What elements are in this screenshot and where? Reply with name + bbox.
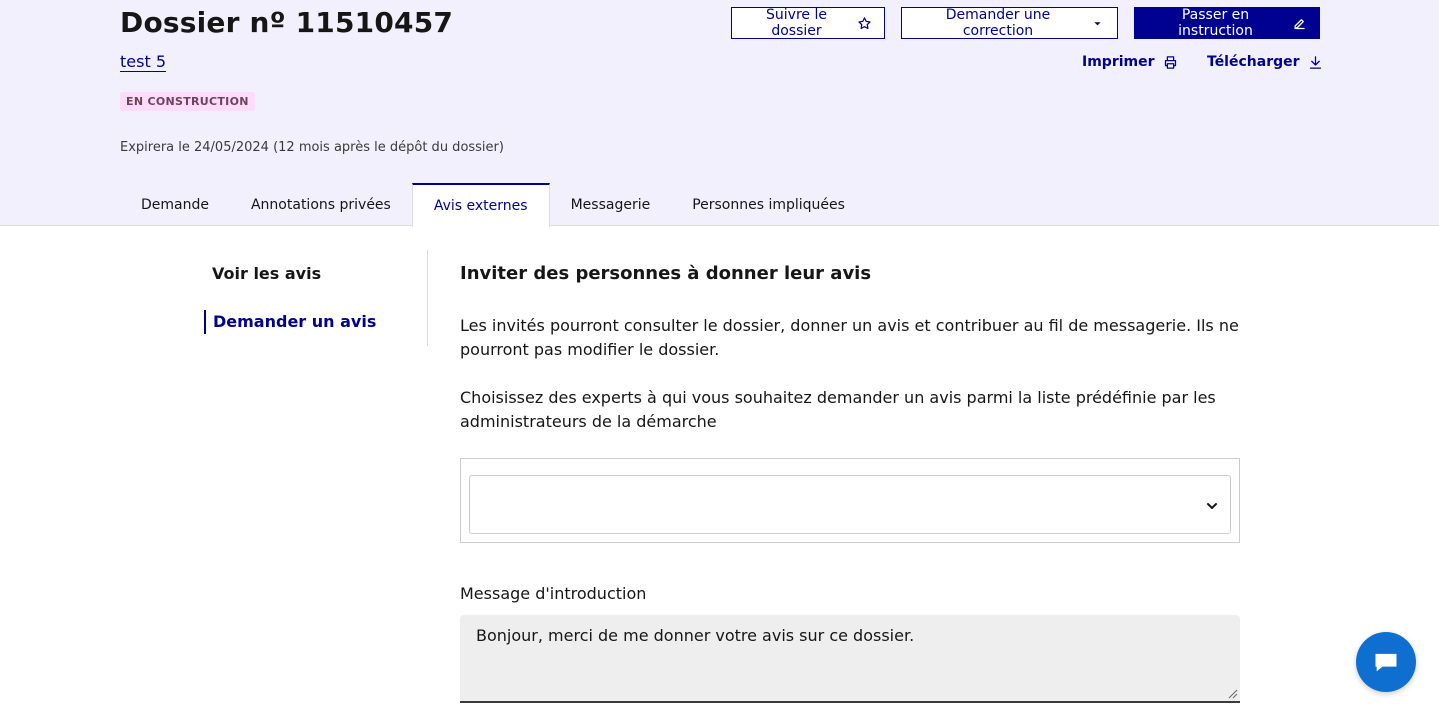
download-link[interactable]: Télécharger [1207,54,1323,70]
guests-info-text: Les invités pourront consulter le dossie… [460,316,1239,359]
intro-message-textarea[interactable]: Bonjour, merci de me donner votre avis s… [460,615,1240,703]
experts-select[interactable] [469,475,1231,534]
print-label: Imprimer [1082,54,1155,70]
dossier-tabs: Demande Annotations privées Avis externe… [120,183,866,227]
pencil-icon [1294,18,1305,29]
side-nav-voir-les-avis[interactable]: Voir les avis [204,264,321,283]
follow-dossier-button[interactable]: Suivre le dossier [731,7,885,39]
request-correction-button[interactable]: Demander une correction [901,7,1118,39]
dossier-header: Dossier nº 11510457 test 5 EN CONSTRUCTI… [0,0,1439,227]
avis-side-nav: Voir les avis Demander un avis [204,250,428,346]
dossier-name-link[interactable]: test 5 [120,52,166,71]
start-instruction-button[interactable]: Passer en instruction [1134,7,1320,39]
tab-messagerie[interactable]: Messagerie [550,183,672,226]
caret-down-icon [1094,21,1101,25]
intro-message-label: Message d'introduction [460,584,647,603]
follow-label: Suivre le dossier [766,7,827,39]
experts-select-container [460,458,1240,543]
chevron-down-icon [1207,503,1217,509]
start-instruction-label: Passer en instruction [1178,7,1253,39]
tab-demande[interactable]: Demande [120,183,230,226]
download-icon [1309,55,1321,69]
tab-personnes-impliquees[interactable]: Personnes impliquées [671,183,866,226]
chat-support-button[interactable] [1356,632,1416,692]
status-badge: EN CONSTRUCTION [120,92,255,111]
download-label: Télécharger [1207,54,1300,70]
chat-bubble-icon [1375,653,1397,672]
tab-avis-externes[interactable]: Avis externes [411,183,550,227]
printer-icon [1164,55,1176,69]
print-link[interactable]: Imprimer [1082,54,1178,70]
page-title: Dossier nº 11510457 [120,6,454,39]
experts-info-text: Choisissez des experts à qui vous souhai… [460,388,1216,431]
resize-handle-icon[interactable] [1228,689,1238,699]
form-heading: Inviter des personnes à donner leur avis [460,263,872,284]
star-icon [858,16,871,29]
request-correction-label: Demander une correction [945,7,1051,39]
intro-message-value: Bonjour, merci de me donner votre avis s… [476,626,915,645]
side-nav-demander-un-avis[interactable]: Demander un avis [204,310,376,334]
tab-annotations-privees[interactable]: Annotations privées [230,183,412,226]
expiry-text: Expirera le 24/05/2024 (12 mois après le… [120,140,504,155]
